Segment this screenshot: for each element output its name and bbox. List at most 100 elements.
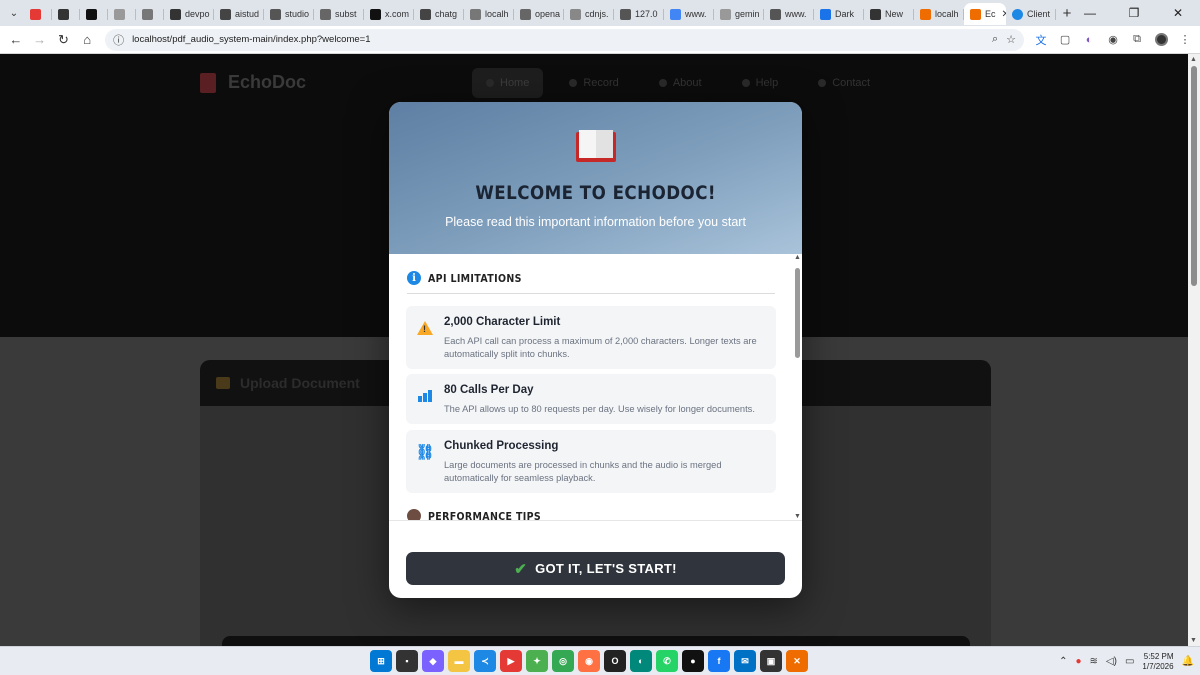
scrollbar-thumb[interactable] [1191, 66, 1197, 286]
page-scrollbar[interactable]: ▲ ▼ [1188, 54, 1200, 646]
whatsapp-icon[interactable]: ✆ [656, 650, 678, 672]
xampp-icon[interactable]: ✕ [786, 650, 808, 672]
tray-app-icon[interactable]: ● [1075, 656, 1081, 667]
vscode-icon[interactable]: ≺ [474, 650, 496, 672]
link-icon: ⛓ [415, 444, 435, 461]
tab-search-button[interactable]: ⌄ [4, 3, 24, 23]
tab-favicon-icon [470, 8, 481, 20]
chevron-down-icon: ⌄ [9, 7, 19, 19]
wifi-icon[interactable]: ≋ [1090, 656, 1098, 667]
browser-tab[interactable] [108, 3, 136, 25]
opera-icon[interactable]: O [604, 650, 626, 672]
browser-tab[interactable]: chatg [414, 3, 464, 25]
browser-tab[interactable] [136, 3, 164, 25]
browser-tab[interactable] [52, 3, 80, 25]
browser-tab[interactable]: www. [664, 3, 714, 25]
modal-scrollbar[interactable]: ▲ ▼ [794, 254, 802, 520]
tab-client[interactable]: Client [1006, 3, 1056, 25]
got-it-button[interactable]: ✔ GOT IT, LET'S START! [406, 552, 785, 585]
browser-tab[interactable]: localh [914, 3, 964, 25]
tab-strip: ⌄ devpo aistud studio subst x.com chatg localh… [0, 0, 1200, 26]
youtube-icon[interactable]: ▶ [500, 650, 522, 672]
section-divider [407, 293, 775, 294]
volume-icon[interactable]: ◁) [1106, 656, 1117, 667]
restore-button[interactable]: ❐ [1112, 0, 1156, 26]
address-bar[interactable]: ⓘ localhost/pdf_audio_system-main/index.… [105, 28, 1025, 51]
browser-tab[interactable]: subst [314, 3, 364, 25]
scroll-up-arrow-icon[interactable]: ▲ [1190, 56, 1197, 63]
browser-tab[interactable]: aistud [214, 3, 264, 25]
browser-tab[interactable]: devpo [164, 3, 214, 25]
browser-tab[interactable] [24, 3, 52, 25]
bar-chart-icon [415, 386, 435, 406]
tab-favicon-icon [720, 8, 731, 20]
bookmark-star-icon[interactable]: ☆ [1006, 33, 1016, 46]
info-card-calls-per-day: 80 Calls Per Day The API allows up to 80… [406, 374, 776, 424]
echodoc-favicon-icon [970, 8, 981, 20]
close-window-button[interactable]: ✕ [1156, 0, 1200, 26]
task-view-icon[interactable]: ▪ [396, 650, 418, 672]
puzzle-extensions-icon[interactable]: ⧉ [1126, 29, 1148, 51]
browser-tab[interactable]: 127.0 [614, 3, 664, 25]
reload-button[interactable]: ↻ [52, 28, 76, 52]
copilot-icon[interactable]: ◆ [422, 650, 444, 672]
section-performance-tips: PERFORMANCE TIPS [407, 509, 559, 520]
firefox-icon[interactable]: ◉ [578, 650, 600, 672]
minimize-button[interactable]: — [1068, 0, 1112, 26]
page-nav-contact: Contact [804, 68, 884, 98]
panda-extension-icon[interactable]: ◉ [1102, 29, 1124, 51]
file-explorer-icon[interactable]: ▬ [448, 650, 470, 672]
notification-bell-icon[interactable]: 🔔 [1182, 656, 1194, 667]
tab-favicon-icon [870, 8, 881, 20]
tab-favicon-icon [670, 8, 681, 20]
chrome-icon[interactable]: ◎ [552, 650, 574, 672]
browser-tab[interactable]: gemin [714, 3, 764, 25]
site-info-icon[interactable]: ⓘ [113, 32, 124, 48]
browser-tab[interactable]: opena [514, 3, 564, 25]
tab-favicon-icon [114, 8, 125, 20]
extension-icon[interactable]: ◐ [1078, 29, 1100, 51]
browser-tab[interactable]: Dark [814, 3, 864, 25]
modal-body[interactable]: i API LIMITATIONS ! 2,000 Character Limi… [389, 254, 802, 520]
scroll-down-arrow-icon[interactable]: ▼ [794, 513, 801, 520]
app-icon[interactable]: ✦ [526, 650, 548, 672]
browser-tab[interactable]: cdnjs. [564, 3, 614, 25]
scroll-up-arrow-icon[interactable]: ▲ [794, 254, 801, 261]
profile-avatar[interactable] [1150, 29, 1172, 51]
scroll-down-arrow-icon[interactable]: ▼ [1190, 637, 1197, 644]
start-button[interactable]: ⊞ [370, 650, 392, 672]
footer-panel [222, 636, 970, 646]
tab-favicon-icon [220, 8, 231, 20]
modal-scrollbar-thumb[interactable] [795, 268, 800, 358]
folder-icon [216, 377, 230, 389]
tab-favicon-icon [570, 8, 581, 20]
facebook-icon[interactable]: f [708, 650, 730, 672]
browser-tab[interactable]: studio [264, 3, 314, 25]
tab-active-echodoc[interactable]: Ec ✕ [964, 3, 1006, 25]
chevron-up-icon[interactable]: ⌃ [1059, 656, 1067, 667]
browser-tab[interactable]: x.com [364, 3, 414, 25]
edge-icon[interactable]: ◐ [630, 650, 652, 672]
browser-tab[interactable]: localh [464, 3, 514, 25]
extension-icon[interactable]: ▢ [1054, 29, 1076, 51]
tab-favicon-icon [30, 8, 41, 20]
zoom-icon[interactable]: ⌕ [992, 33, 998, 46]
browser-tab[interactable]: www. [764, 3, 814, 25]
browser-tab[interactable] [80, 3, 108, 25]
info-card-chunked-processing: ⛓ Chunked Processing Large documents are… [406, 430, 776, 493]
app-icon[interactable]: ▣ [760, 650, 782, 672]
page-nav-about: About [645, 68, 716, 98]
tab-favicon-icon [58, 8, 69, 20]
kebab-menu-icon[interactable]: ⋮ [1174, 29, 1196, 51]
outlook-icon[interactable]: ✉ [734, 650, 756, 672]
url-text[interactable]: localhost/pdf_audio_system-main/index.ph… [132, 34, 984, 45]
battery-icon[interactable]: ▭ [1125, 656, 1134, 667]
tab-favicon-icon [520, 8, 531, 20]
github-icon[interactable]: ● [682, 650, 704, 672]
forward-button[interactable]: → [28, 28, 52, 52]
home-button[interactable]: ⌂ [75, 28, 99, 52]
browser-tab[interactable]: New [864, 3, 914, 25]
translate-extension-icon[interactable]: 文 [1030, 29, 1052, 51]
back-button[interactable]: ← [4, 28, 28, 52]
clock[interactable]: 5:52 PM 1/7/2026 [1142, 652, 1173, 672]
